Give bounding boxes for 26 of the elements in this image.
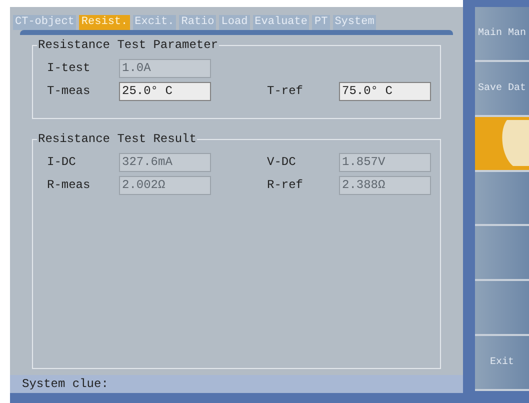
sidebar-button[interactable] (475, 281, 529, 336)
sidebar-button[interactable] (475, 226, 529, 282)
sidebar-button[interactable]: Save Dat (475, 62, 529, 117)
tab[interactable]: Excit. (132, 15, 176, 30)
field-label: R-meas (47, 177, 92, 194)
bulb-icon (499, 120, 529, 166)
status-text: System clue: (22, 376, 108, 393)
tab[interactable]: PT (312, 15, 330, 30)
tab[interactable]: Ratio (179, 15, 216, 30)
sidebar-button[interactable] (475, 172, 529, 226)
field-label: I-DC (47, 154, 77, 171)
field-label: I-test (47, 60, 92, 77)
field-label: R-ref (267, 177, 304, 194)
tab[interactable]: Load (219, 15, 250, 30)
sidebar-button[interactable]: Main Man (475, 7, 529, 62)
sidebar-button[interactable] (475, 116, 529, 172)
field-label: T-meas (47, 83, 92, 100)
tab[interactable]: Evaluate (252, 15, 310, 30)
input-field[interactable]: 75.0° C (339, 82, 431, 100)
input-field[interactable]: 25.0° C (119, 82, 211, 100)
sidebar-button[interactable]: Exit (475, 336, 529, 392)
tab[interactable]: System (332, 15, 376, 30)
tab[interactable]: CT-object (13, 15, 76, 30)
field-label: V-DC (267, 154, 297, 171)
tab[interactable]: Resist. (79, 15, 130, 30)
field-label: T-ref (267, 83, 304, 100)
